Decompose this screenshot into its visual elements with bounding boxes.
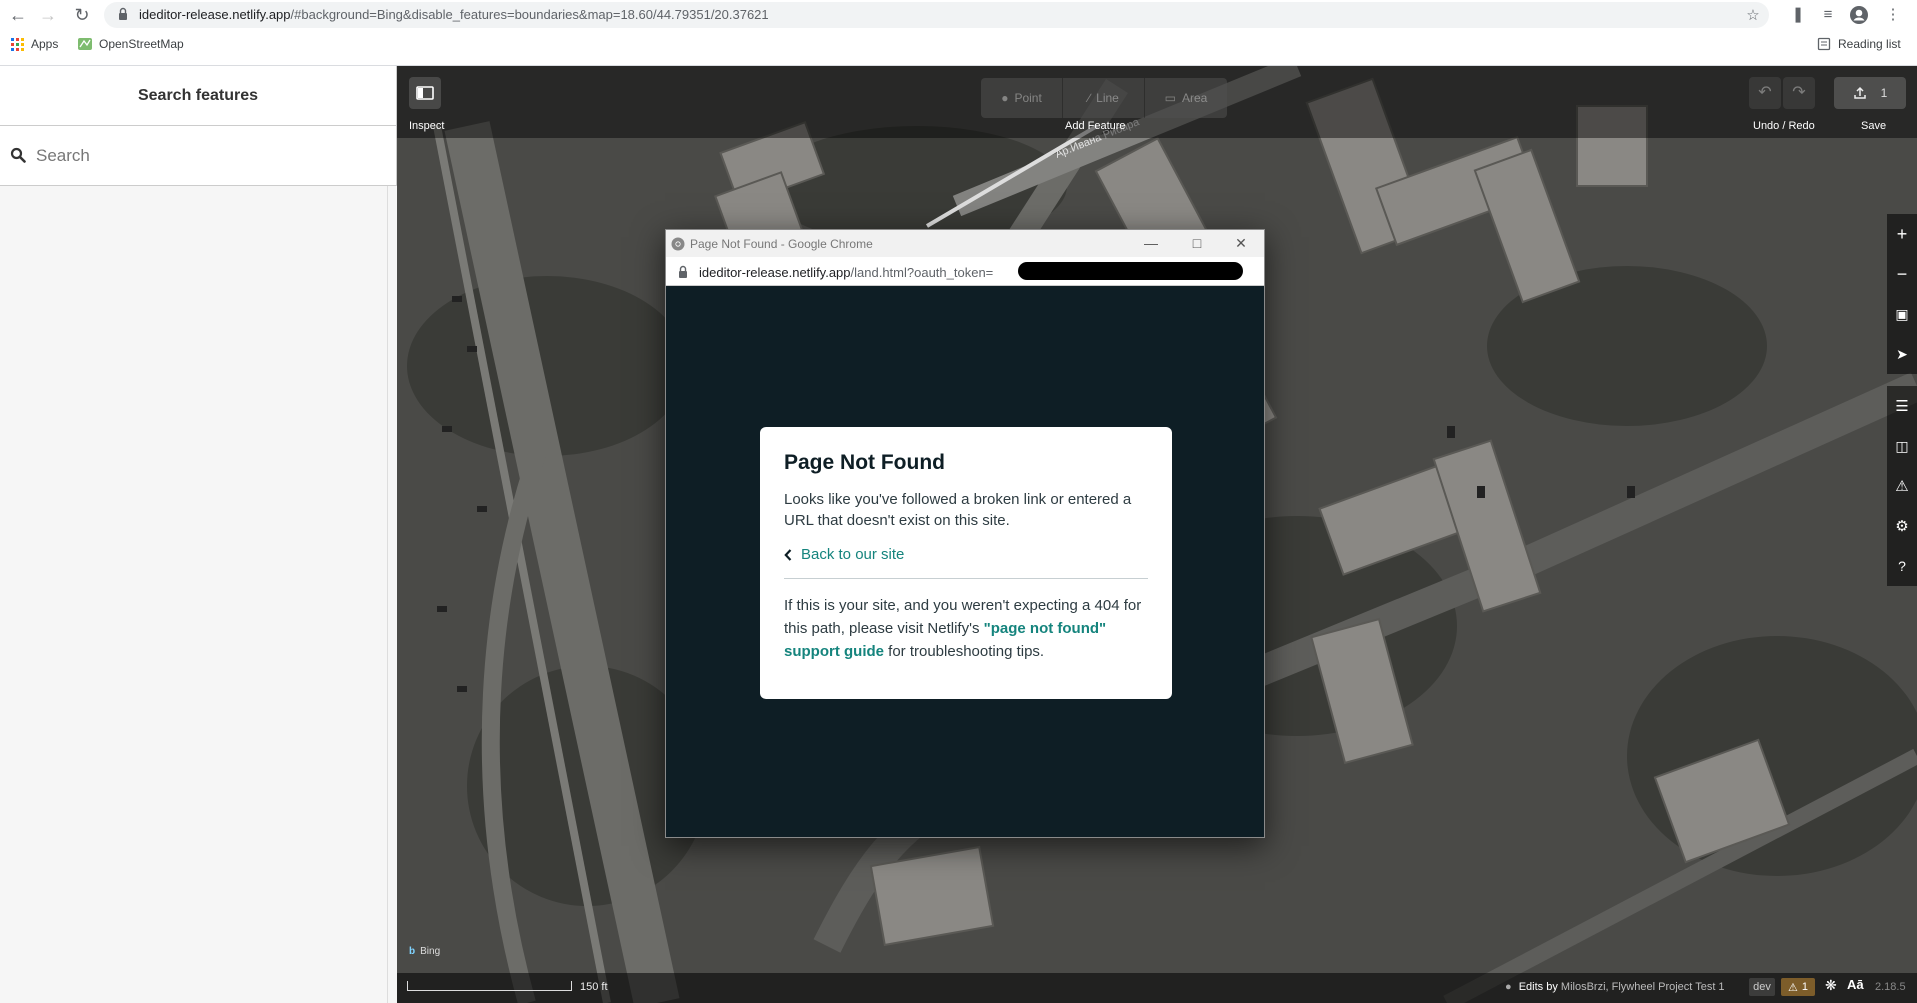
zoom-in-button[interactable]: +	[1887, 214, 1917, 254]
bookmark-star-icon[interactable]: ☆	[1744, 7, 1762, 25]
redo-icon: ↷	[1792, 84, 1806, 101]
add-area-button[interactable]: ▭ Area	[1145, 78, 1227, 118]
save-count: 1	[1880, 86, 1888, 100]
map-area[interactable]: Ар.Ивана Рибара Inspect ● Point ∕ Line ▭ Ar…	[397, 66, 1917, 1003]
error-message: Looks like you've followed a broken link…	[784, 491, 1132, 529]
lock-icon	[119, 7, 127, 20]
popup-address-bar: ideditor-release.netlify.app/land.html?o…	[666, 257, 1264, 286]
location-arrow-icon: ➤	[1896, 345, 1908, 362]
inspect-label: Inspect	[409, 120, 445, 132]
map-data-icon: ◫	[1895, 437, 1909, 454]
layers-icon: ☰	[1895, 398, 1909, 415]
minimize-icon[interactable]: —	[1128, 232, 1174, 254]
bookmark-apps[interactable]: Apps	[11, 37, 58, 51]
popup-url: ideditor-release.netlify.app/land.html?o…	[699, 265, 994, 280]
scale-bar[interactable]	[407, 981, 572, 991]
branch-badge: dev	[1749, 978, 1775, 996]
zoom-selection-icon: ▣	[1895, 305, 1909, 322]
issues-badge[interactable]: ⚠ 1	[1781, 978, 1815, 996]
add-point-button[interactable]: ● Point	[981, 78, 1063, 118]
undo-redo-label: Undo / Redo	[1753, 120, 1815, 132]
reading-list[interactable]: Reading list	[1817, 37, 1901, 51]
version-label: 2.18.5	[1875, 981, 1906, 993]
person-icon: ●	[1505, 981, 1512, 993]
sidebar-title: Search features	[0, 66, 396, 126]
zoom-out-button[interactable]: −	[1887, 254, 1917, 294]
support-paragraph: If this is your site, and you weren't ex…	[784, 597, 1142, 660]
translate-icon[interactable]: Aā	[1847, 977, 1864, 992]
undo-icon: ↶	[1758, 84, 1772, 101]
line-icon: ∕	[1088, 91, 1091, 105]
maximize-icon[interactable]: □	[1174, 232, 1220, 254]
bookmarks-bar: Apps OpenStreetMap Reading list	[0, 34, 1917, 58]
issues-pane-button[interactable]: ⚠	[1887, 466, 1917, 506]
edit-attribution: ● Edits by MilosBrzi, Flywheel Project T…	[1505, 981, 1725, 993]
save-label: Save	[1861, 120, 1887, 132]
imagery-attribution[interactable]: b Bing	[409, 946, 440, 957]
plus-icon: +	[1896, 223, 1908, 244]
scale-label: 150 ft	[580, 981, 608, 993]
search-input[interactable]	[36, 140, 376, 172]
bookmark-openstreetmap[interactable]: OpenStreetMap	[78, 37, 184, 51]
divider	[784, 578, 1148, 579]
preferences-pane-button[interactable]: ⚙	[1887, 506, 1917, 546]
openstreetmap-favicon-icon	[78, 38, 92, 50]
redo-button[interactable]: ↷	[1783, 77, 1815, 109]
sidebar-resizer[interactable]	[387, 186, 397, 1003]
chrome-logo-icon	[671, 237, 685, 251]
oauth-popup-window: Page Not Found - Google Chrome — □ ✕ ide…	[665, 229, 1265, 838]
warning-small-icon: ⚠	[1788, 981, 1798, 994]
add-line-button[interactable]: ∕ Line	[1063, 78, 1145, 118]
edits-by-users[interactable]: MilosBrzi, Flywheel Project Test 1	[1561, 981, 1725, 993]
save-button[interactable]: 1	[1834, 77, 1906, 109]
forward-arrow-icon[interactable]: →	[36, 4, 60, 26]
feature-search	[0, 126, 396, 186]
page-not-found-heading: Page Not Found	[784, 451, 945, 474]
background-pane-button[interactable]: ☰	[1887, 386, 1917, 426]
back-to-site-link[interactable]: Back to our site	[784, 546, 1148, 563]
bing-logo-icon: b	[409, 946, 416, 957]
lock-icon	[679, 265, 687, 278]
geolocate-button[interactable]: ➤	[1887, 334, 1917, 374]
sidebar: Search features	[0, 66, 397, 1003]
point-marker-icon: ●	[1001, 91, 1009, 105]
browser-menu-icon[interactable]: ⋮	[1883, 5, 1903, 25]
debug-bug-icon[interactable]: ❋	[1825, 977, 1837, 994]
map-top-toolbar: Inspect ● Point ∕ Line ▭ Area Add Feature ↶…	[397, 66, 1917, 138]
apps-grid-icon	[11, 37, 24, 51]
browser-chrome: ← → ↻ ideditor-release.netlify.app/#back…	[0, 0, 1917, 66]
minus-icon: −	[1896, 263, 1908, 284]
close-icon[interactable]: ✕	[1218, 232, 1264, 254]
redaction-scribble	[1018, 262, 1243, 280]
chevron-left-icon	[784, 548, 792, 561]
add-feature-label: Add Feature	[1065, 120, 1126, 132]
undo-button[interactable]: ↶	[1749, 77, 1781, 109]
area-icon: ▭	[1164, 91, 1176, 105]
help-icon: ?	[1898, 558, 1906, 574]
address-bar-url: ideditor-release.netlify.app/#background…	[139, 7, 769, 22]
page-not-found-card: Page Not Found Looks like you've followe…	[760, 427, 1172, 699]
back-arrow-icon[interactable]: ←	[6, 4, 30, 26]
popup-title: Page Not Found - Google Chrome	[690, 237, 873, 251]
map-data-pane-button[interactable]: ◫	[1887, 426, 1917, 466]
zoom-to-selection-button[interactable]: ▣	[1887, 294, 1917, 334]
user-gear-icon: ⚙	[1895, 518, 1909, 535]
profile-avatar-icon[interactable]	[1849, 5, 1869, 25]
map-controls: + − ▣ ➤ ☰ ◫ ⚠ ⚙ ?	[1887, 214, 1917, 586]
reload-icon[interactable]: ↻	[70, 4, 94, 26]
extensions-puzzle-icon[interactable]: ❚	[1788, 5, 1808, 25]
search-icon	[10, 147, 26, 163]
media-queue-icon[interactable]: ≡	[1818, 5, 1838, 25]
upload-icon	[1853, 86, 1866, 99]
address-bar[interactable]: ideditor-release.netlify.app/#background…	[104, 2, 1769, 28]
reading-list-icon	[1817, 37, 1831, 51]
popup-titlebar[interactable]: Page Not Found - Google Chrome — □ ✕	[666, 230, 1264, 257]
sidebar-toggle-icon	[416, 86, 434, 100]
add-feature-group: ● Point ∕ Line ▭ Area	[981, 78, 1227, 118]
browser-nav-row: ← → ↻ ideditor-release.netlify.app/#back…	[0, 0, 1917, 30]
map-footer: 150 ft ● Edits by MilosBrzi, Flywheel Pr…	[397, 973, 1917, 1003]
help-pane-button[interactable]: ?	[1887, 546, 1917, 586]
warning-icon: ⚠	[1895, 478, 1909, 495]
inspect-button[interactable]	[409, 77, 441, 109]
